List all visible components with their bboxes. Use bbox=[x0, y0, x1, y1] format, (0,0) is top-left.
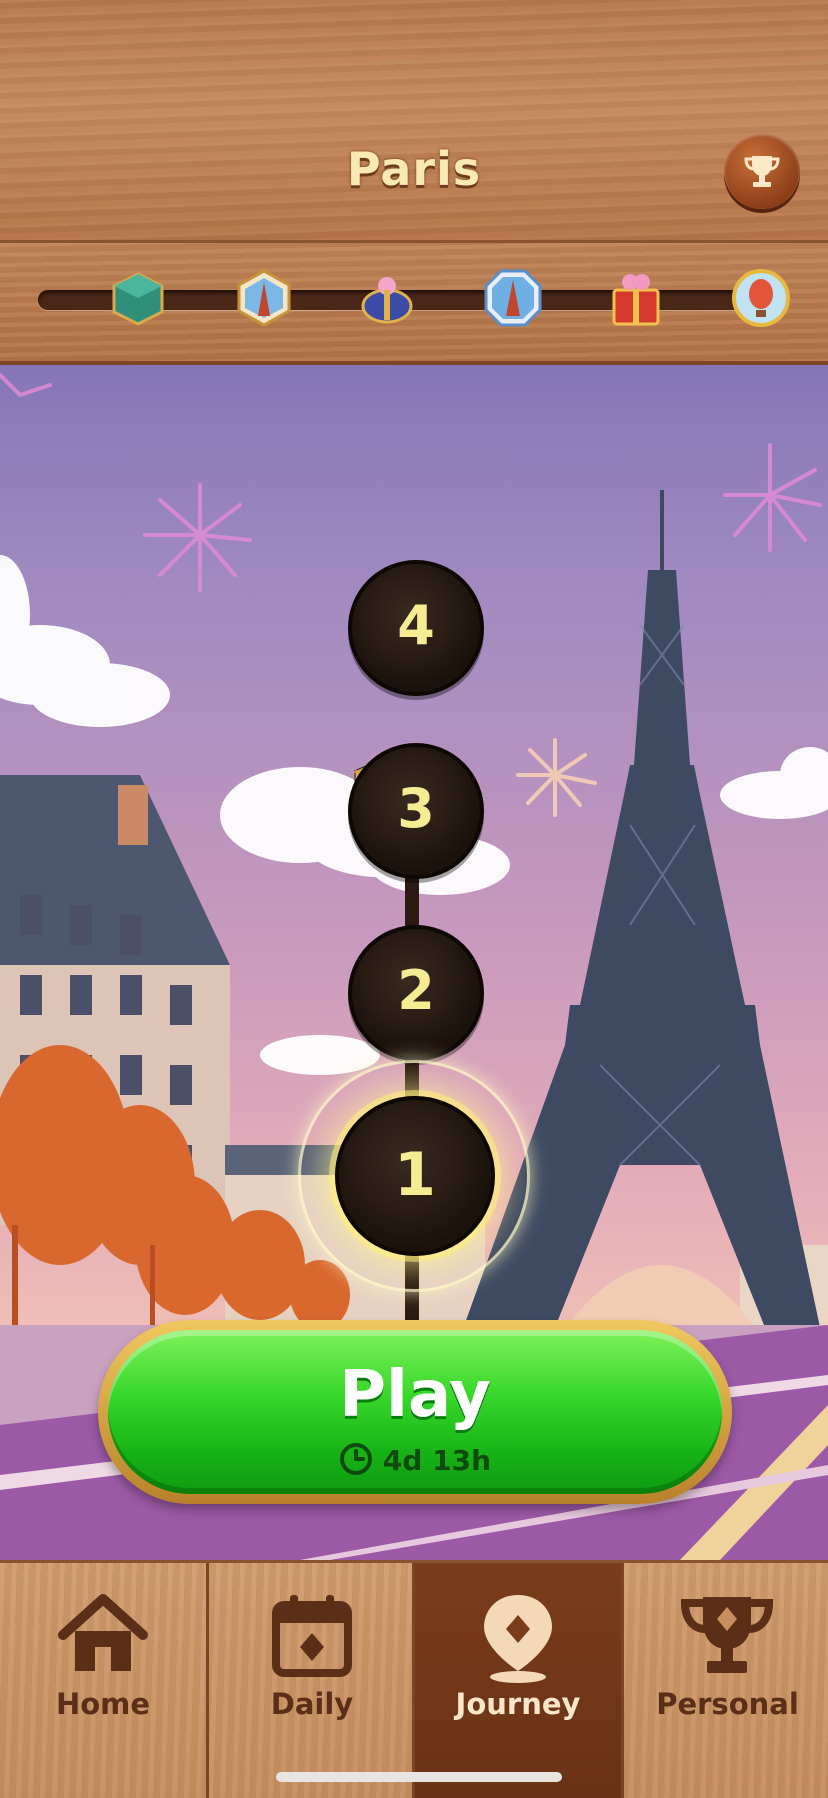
nav-tab-daily[interactable]: Daily bbox=[206, 1563, 415, 1798]
nav-label-personal: Personal bbox=[656, 1687, 799, 1721]
nav-label-daily: Daily bbox=[270, 1687, 354, 1721]
nav-tab-journey[interactable]: Journey bbox=[412, 1563, 621, 1798]
eiffel-badge-icon[interactable] bbox=[483, 268, 543, 328]
nav-tab-personal[interactable]: Personal bbox=[621, 1563, 828, 1798]
page-title: Paris bbox=[346, 142, 482, 196]
event-timer: 4d 13h bbox=[108, 1442, 722, 1477]
nav-label-journey: Journey bbox=[455, 1687, 581, 1721]
gift-box-icon[interactable] bbox=[357, 268, 417, 328]
level-node-3[interactable]: 3 bbox=[348, 743, 484, 879]
play-label: Play bbox=[339, 1358, 491, 1432]
home-icon bbox=[58, 1594, 148, 1671]
eiffel-badge-icon[interactable] bbox=[234, 268, 294, 328]
balloon-badge-icon[interactable] bbox=[731, 268, 791, 328]
nav-tab-home[interactable]: Home bbox=[0, 1563, 206, 1798]
event-timer-text: 4d 13h bbox=[382, 1444, 492, 1477]
calendar-icon bbox=[272, 1595, 352, 1677]
level-node-1[interactable]: 1 bbox=[335, 1096, 495, 1256]
clock-icon bbox=[339, 1443, 372, 1475]
level-node-4[interactable]: 4 bbox=[348, 560, 484, 696]
play-button[interactable]: Play 4d 13h bbox=[98, 1320, 732, 1504]
home-indicator[interactable] bbox=[276, 1772, 562, 1782]
chest-icon[interactable] bbox=[108, 268, 168, 328]
trophy-icon bbox=[680, 1597, 774, 1673]
level-node-2[interactable]: 2 bbox=[348, 925, 484, 1061]
leaderboard-button[interactable] bbox=[724, 133, 800, 209]
nav-label-home: Home bbox=[55, 1687, 151, 1721]
play-button-face: Play 4d 13h bbox=[108, 1330, 722, 1494]
header: Paris bbox=[0, 0, 828, 243]
bottom-nav: Home Daily Journey Personal bbox=[0, 1560, 828, 1798]
present-icon[interactable] bbox=[606, 268, 666, 328]
trophy-icon bbox=[744, 156, 780, 187]
map-pin-icon bbox=[484, 1595, 552, 1683]
